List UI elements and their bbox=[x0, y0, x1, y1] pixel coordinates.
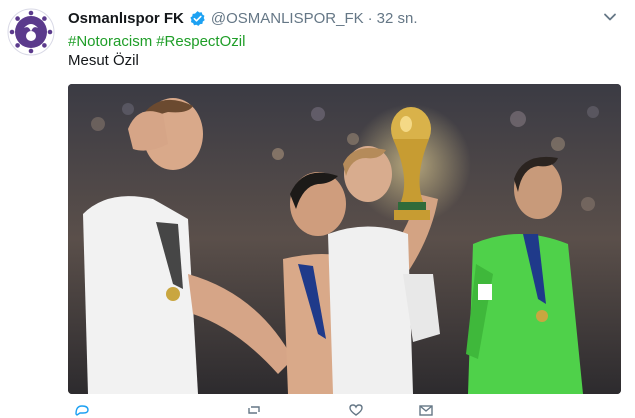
display-name[interactable]: Osmanlıspor FK bbox=[68, 10, 184, 27]
chevron-down-icon[interactable] bbox=[603, 10, 617, 24]
reply-icon[interactable] bbox=[74, 404, 90, 416]
hashtag-line: #Notoracism #RespectOzil bbox=[68, 33, 249, 50]
action-bar bbox=[68, 404, 433, 418]
retweet-icon[interactable] bbox=[246, 404, 262, 416]
club-logo-icon bbox=[7, 8, 55, 56]
tweet-text: Mesut Özil bbox=[68, 52, 139, 69]
message-icon[interactable] bbox=[418, 404, 434, 416]
hashtag-link[interactable]: #Notoracism bbox=[68, 33, 152, 50]
verified-badge-icon bbox=[190, 10, 205, 26]
celebration-photo bbox=[68, 84, 621, 394]
hashtag-link[interactable]: #RespectOzil bbox=[156, 33, 245, 50]
tweet-header: Osmanlıspor FK @OSMANLISPOR_FK · 32 sn. bbox=[68, 7, 418, 29]
like-icon[interactable] bbox=[348, 404, 364, 416]
timestamp[interactable]: 32 sn. bbox=[377, 10, 418, 27]
handle[interactable]: @OSMANLISPOR_FK bbox=[211, 10, 364, 27]
avatar[interactable] bbox=[7, 8, 55, 56]
separator: · bbox=[367, 9, 373, 27]
tweet-photo[interactable] bbox=[68, 84, 621, 394]
